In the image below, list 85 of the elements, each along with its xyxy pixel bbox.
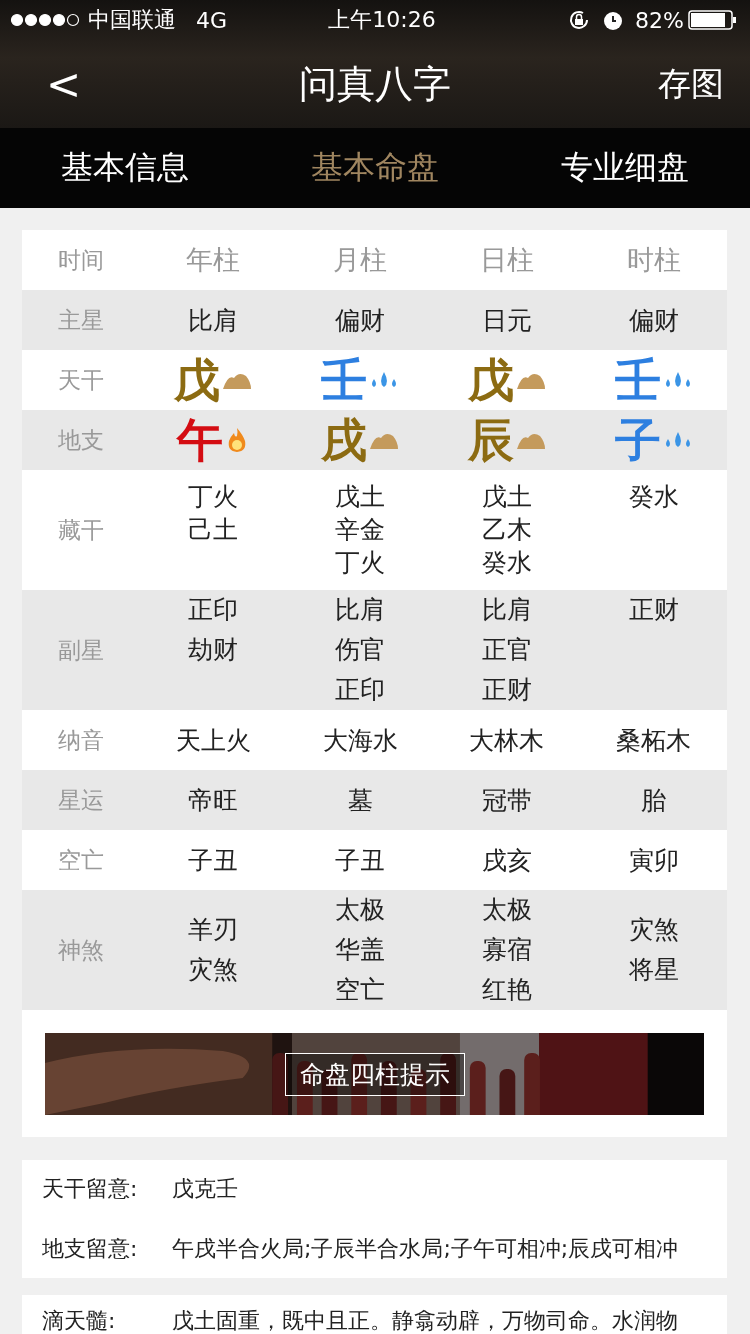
page-title: 问真八字	[298, 60, 452, 108]
note-text: 戊克壬	[172, 1175, 239, 1203]
row-label: 天干	[57, 365, 105, 395]
column-header: 年柱	[185, 243, 242, 277]
table-cell-text: 桑柘木	[615, 724, 693, 757]
note-label: 滴天髓:	[42, 1307, 117, 1334]
row-label: 神煞	[57, 935, 105, 965]
table-cell-text: 华盖	[335, 934, 386, 966]
table-cell-text: 正印	[335, 674, 386, 706]
carrier-name: 中国联通	[88, 6, 176, 34]
row-label: 时间	[57, 245, 105, 275]
row-label: 主星	[57, 305, 105, 335]
column-header: 日柱	[478, 243, 535, 277]
table-cell-text: 丁火	[188, 481, 239, 513]
row-label: 副星	[57, 635, 105, 665]
save-image-button[interactable]: 存图	[630, 61, 750, 107]
table-cell-text: 红艳	[481, 974, 532, 1006]
table-cell-text: 大海水	[321, 724, 399, 757]
note-text: 午戌半合火局;子辰半合水局;子午可相冲;辰戌可相冲	[172, 1235, 680, 1263]
back-button[interactable]: <	[0, 59, 120, 109]
tab[interactable]: 基本命盘	[250, 146, 500, 190]
table-cell-text: 比肩	[187, 304, 240, 337]
table-cell-text: 正财	[481, 674, 532, 706]
table-cell-text: 劫财	[188, 634, 239, 666]
table-cell-text: 冠带	[480, 784, 533, 817]
row-label: 空亡	[57, 845, 105, 875]
tab[interactable]: 专业细盘	[500, 146, 750, 190]
table-cell-text: 戌亥	[480, 844, 533, 877]
table-cell-text: 比肩	[481, 594, 532, 626]
table-cell-text: 戊土	[481, 481, 532, 513]
table-cell-text: 寅卯	[627, 844, 680, 877]
stem-character: 戌	[321, 417, 368, 463]
row-label: 星运	[57, 785, 105, 815]
table-cell-text: 乙木	[481, 514, 532, 546]
table-cell-text: 丁火	[335, 547, 386, 579]
note-label: 天干留意:	[42, 1175, 139, 1203]
stem-character: 戊	[174, 357, 221, 403]
table-cell-text: 伤官	[335, 634, 386, 666]
table-cell-text: 戊土	[335, 481, 386, 513]
row-label: 纳音	[57, 725, 105, 755]
clock-time: 上午10:26	[327, 6, 437, 34]
signal-icon	[10, 13, 80, 27]
table-cell-text: 寡宿	[481, 934, 532, 966]
table-cell-text: 癸水	[628, 481, 679, 513]
row-label: 藏干	[57, 515, 105, 545]
table-cell-text: 太极	[481, 894, 532, 926]
column-header: 月柱	[332, 243, 389, 277]
table-cell-text: 偏财	[627, 304, 680, 337]
table-cell-text: 正财	[628, 594, 679, 626]
table-cell-text: 胎	[640, 784, 668, 817]
table-cell-text: 子丑	[187, 844, 240, 877]
stem-character: 辰	[467, 417, 514, 463]
network-type: 4G	[196, 7, 228, 33]
tab[interactable]: 基本信息	[0, 146, 250, 190]
table-cell-text: 比肩	[335, 594, 386, 626]
table-cell-text: 将星	[628, 954, 679, 986]
table-cell-text: 辛金	[335, 514, 386, 546]
table-cell-text: 偏财	[334, 304, 387, 337]
battery-percent: 82%	[635, 7, 684, 33]
note-text: 戊土固重，既中且正。静翕动辟，万物司命。水润物	[172, 1307, 679, 1334]
table-cell-text: 空亡	[335, 974, 386, 1006]
table-cell-text: 日元	[480, 304, 533, 337]
table-cell-text: 大林木	[468, 724, 546, 757]
stem-character: 壬	[614, 357, 661, 403]
table-cell-text: 正官	[481, 634, 532, 666]
stem-character: 子	[614, 417, 661, 463]
battery-icon	[688, 9, 738, 31]
table-cell-text: 天上火	[174, 724, 252, 757]
column-header: 时柱	[625, 243, 682, 277]
table-cell-text: 子丑	[334, 844, 387, 877]
table-cell-text: 灾煞	[188, 954, 239, 986]
table-cell-text: 羊刃	[188, 914, 239, 946]
tips-button[interactable]: 命盘四柱提示	[284, 1052, 465, 1096]
table-cell-text: 癸水	[481, 547, 532, 579]
table-cell-text: 墓	[346, 784, 374, 817]
table-cell-text: 太极	[335, 894, 386, 926]
row-label: 地支	[57, 425, 105, 455]
stem-character: 戊	[467, 357, 514, 403]
stem-character: 壬	[321, 357, 368, 403]
note-label: 地支留意:	[42, 1235, 139, 1263]
table-cell-text: 灾煞	[628, 914, 679, 946]
table-cell-text: 正印	[188, 594, 239, 626]
table-cell-text: 帝旺	[187, 784, 240, 817]
stem-character: 午	[177, 417, 224, 463]
table-cell-text: 己土	[188, 514, 239, 546]
